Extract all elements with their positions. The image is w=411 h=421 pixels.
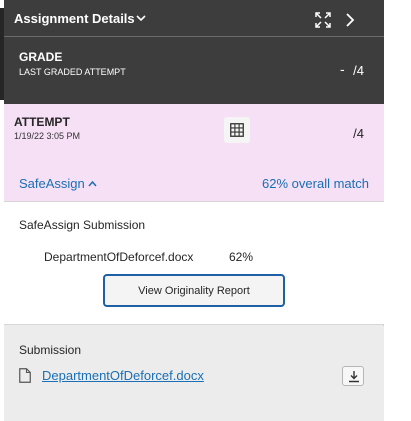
last-graded-attempt-label: LAST GRADED ATTEMPT (19, 67, 126, 77)
safeassign-submission-box: SafeAssign Submission DepartmentOfDeforc… (4, 201, 384, 325)
document-icon (19, 368, 31, 383)
panel-header: Assignment Details (4, 0, 384, 36)
rubric-grid-button[interactable] (224, 117, 250, 143)
attempt-datetime: 1/19/22 3:05 PM (14, 131, 81, 141)
grid-icon (230, 123, 244, 137)
panel-title[interactable]: Assignment Details (14, 11, 135, 26)
chevron-right-icon[interactable] (345, 13, 355, 27)
safeassign-toggle[interactable]: SafeAssign (19, 176, 97, 191)
chevron-down-icon[interactable] (135, 12, 147, 24)
view-originality-report-button[interactable]: View Originality Report (103, 274, 285, 307)
download-icon (349, 371, 359, 383)
expand-icon[interactable] (315, 12, 331, 28)
grade-label: GRADE (19, 50, 63, 64)
attempt-label: ATTEMPT (14, 115, 70, 129)
download-button[interactable] (342, 366, 364, 386)
grade-out-of: /4 (353, 63, 364, 78)
attempt-section: ATTEMPT 1/19/22 3:05 PM /4 SafeAssign 62… (4, 104, 384, 201)
safeassign-toggle-label: SafeAssign (19, 176, 85, 191)
assignment-details-panel: Assignment Details GRADE LAST GRADED ATT… (4, 0, 384, 421)
safeassign-submission-title: SafeAssign Submission (19, 218, 146, 232)
overall-match-text: 62% overall match (262, 176, 369, 191)
submission-title: Submission (19, 343, 82, 357)
attempt-out-of: /4 (353, 126, 364, 141)
safeassign-file-name: DepartmentOfDeforcef.docx (44, 250, 194, 264)
grade-value: - (340, 61, 345, 77)
submission-file-link[interactable]: DepartmentOfDeforcef.docx (42, 368, 204, 383)
submission-section: Submission DepartmentOfDeforcef.docx (4, 326, 384, 421)
chevron-up-icon (88, 180, 97, 187)
safeassign-file-match: 62% (229, 250, 254, 264)
grade-section: GRADE LAST GRADED ATTEMPT - /4 (4, 36, 384, 104)
